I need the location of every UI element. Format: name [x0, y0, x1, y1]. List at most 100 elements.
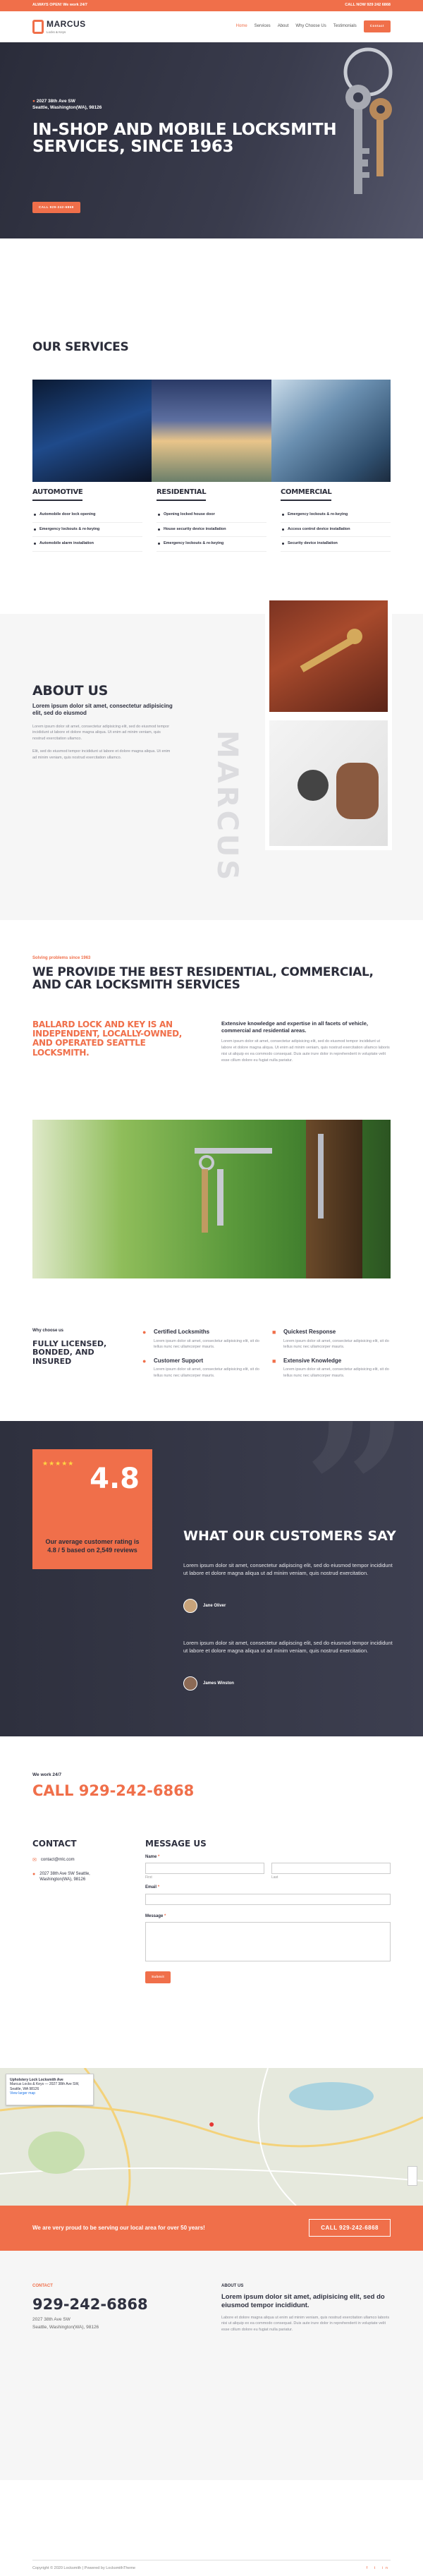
- map[interactable]: ● Upholstery Lock Locksmith Ave Marcus L…: [0, 2067, 423, 2206]
- list-item: Opening locked house door: [157, 508, 266, 523]
- list-item: Access control device installation: [281, 523, 391, 538]
- why-eyebrow: Solving problems since 1963: [32, 955, 91, 960]
- contact-email[interactable]: contact@mlc.com: [41, 1857, 75, 1864]
- nav-testimonials[interactable]: Testimonials: [333, 23, 357, 29]
- list-item: Emergency lockouts & re-keying: [281, 508, 391, 523]
- top-bar-hours: ALWAYS OPEN! We work 24/7: [32, 3, 87, 8]
- name-label: Name: [145, 1855, 157, 1860]
- service-title: RESIDENTIAL: [157, 488, 207, 501]
- services-title: OUR SERVICES: [32, 340, 129, 354]
- about-paragraph-1: Lorem ipsum dolor sit amet, consectetur …: [32, 724, 170, 742]
- copyright: Copyright © 2020 Locksmith | Powered by …: [32, 2566, 136, 2571]
- services-images: [32, 379, 391, 482]
- list-item: Automobile door lock opening: [32, 508, 142, 523]
- email-label: Email: [145, 1885, 157, 1890]
- rating-card: ★★★★★ 4.8 Our average customer rating is…: [32, 1449, 152, 1569]
- footer: CONTACT 929-242-6868 2027 38th Ave SW Se…: [0, 2250, 423, 2570]
- message-textarea[interactable]: [145, 1922, 391, 1962]
- banner-text: We are very proud to be serving our loca…: [32, 2224, 205, 2231]
- footer-address-line1: 2027 38th Ave SW: [32, 2317, 70, 2323]
- submit-button[interactable]: Submit: [145, 1971, 171, 1983]
- author-name: James Winston: [203, 1681, 234, 1686]
- footer-contact-label: CONTACT: [32, 2283, 53, 2288]
- author-name: Jane Oliver: [203, 1603, 226, 1608]
- form-title: MESSAGE US: [145, 1839, 207, 1849]
- house-image: [152, 379, 271, 482]
- map-card: Upholstery Lock Locksmith Ave Marcus Loc…: [6, 2073, 94, 2105]
- why-highlight: BALLARD LOCK AND KEY IS AN INDEPENDENT, …: [32, 1019, 183, 1058]
- footer-address-line2: Seattle, Washington(WA), 98126: [32, 2325, 99, 2330]
- top-bar-phone[interactable]: CALL NOW 929 242 6868: [345, 3, 391, 8]
- why-row: BALLARD LOCK AND KEY IS AN INDEPENDENT, …: [32, 1020, 391, 1063]
- footer-phone[interactable]: 929-242-6868: [32, 2294, 202, 2315]
- service-title: AUTOMOTIVE: [32, 488, 83, 501]
- last-label: Last: [271, 1875, 278, 1880]
- about-lead: Lorem ipsum dolor sit amet, consectetur …: [32, 702, 173, 717]
- footer-about-text: Labore et dolore magna aliqua ut enim ad…: [221, 2315, 390, 2333]
- cta-banner: We are very proud to be serving our loca…: [0, 2205, 423, 2251]
- call-eyebrow: We work 24/7: [32, 1772, 62, 1777]
- person-icon: ●: [142, 1329, 147, 1336]
- call-phone[interactable]: CALL 929-242-6868: [32, 1781, 391, 1801]
- why-section: Solving problems since 1963 WE PROVIDE T…: [32, 919, 391, 1379]
- keys-door-image: [32, 1120, 391, 1279]
- chat-icon: ■: [272, 1329, 276, 1336]
- nav-home[interactable]: Home: [236, 23, 247, 29]
- map-card-link[interactable]: View larger map: [10, 2091, 90, 2096]
- services-columns: AUTOMOTIVE Automobile door lock opening E…: [32, 488, 391, 552]
- office-building-image: [271, 379, 391, 482]
- nav-contact-button[interactable]: Contact: [363, 20, 391, 32]
- contact-title: CONTACT: [32, 1839, 77, 1849]
- why-paragraph: Lorem ipsum dolor sit amet, consectetur …: [221, 1039, 390, 1063]
- feature-title: Quickest Response: [283, 1329, 336, 1336]
- feature-support: ● Customer Support Lorem ipsum dolor sit a…: [142, 1357, 261, 1379]
- testimonial-author: Jane Oliver: [183, 1598, 226, 1613]
- location-pin-icon: ●: [32, 1871, 36, 1877]
- zoom-control[interactable]: [407, 2165, 417, 2186]
- logo[interactable]: MARCUS Locks & Keys: [32, 18, 86, 35]
- why-title: WE PROVIDE THE BEST RESIDENTIAL, COMMERC…: [32, 965, 374, 993]
- hero-address: ● 2027 38th Ave SW Seattle, Washington(W…: [32, 99, 102, 111]
- nav-why-choose-us[interactable]: Why Choose Us: [295, 23, 326, 29]
- logo-tagline: Locks & Keys: [47, 30, 66, 34]
- why-subtitle: Extensive knowledge and expertise in all…: [221, 1020, 368, 1034]
- testimonials-title: WHAT OUR CUSTOMERS SAY: [183, 1528, 396, 1544]
- testimonial-quote: Lorem ipsum dolor sit amet, consectetur …: [183, 1561, 393, 1576]
- avatar: [183, 1676, 197, 1691]
- last-name-input[interactable]: [271, 1863, 391, 1875]
- service-commercial: COMMERCIAL Emergency lockouts & re-keyin…: [281, 488, 391, 552]
- service-automotive: AUTOMOTIVE Automobile door lock opening E…: [32, 488, 142, 552]
- feature-title: Certified Locksmiths: [154, 1329, 210, 1336]
- hand-key-image: [265, 715, 392, 850]
- features-eyebrow: Why choose us: [32, 1329, 64, 1334]
- map-pin-icon[interactable]: ●: [209, 2117, 214, 2131]
- call-section: We work 24/7 CALL 929-242-6868 CONTACT ✉…: [32, 1736, 391, 1983]
- rating-score: 4.8: [90, 1462, 140, 1495]
- feature-title: Customer Support: [154, 1357, 204, 1365]
- map-card-title: Upholstery Lock Locksmith Ave: [10, 2077, 63, 2082]
- hero-call-button[interactable]: CALL 929-242-6868: [32, 202, 80, 214]
- feature-text: Lorem ipsum dolor sit amet, consectetur …: [154, 1367, 259, 1378]
- first-name-input[interactable]: [145, 1863, 264, 1875]
- social-icons[interactable]: f t in: [367, 2566, 391, 2572]
- car-image: [32, 379, 152, 482]
- nav-about[interactable]: About: [278, 23, 289, 29]
- footer-contact: CONTACT 929-242-6868 2027 38th Ave SW Se…: [32, 2283, 202, 2333]
- about-paragraph-2: Elit, sed do eiusmod tempor incididunt u…: [32, 749, 171, 760]
- list-item: Emergency lockouts & re-keying: [32, 523, 142, 538]
- contact-address: 2027 38th Ave SW Seattle, Washington(WA)…: [39, 1871, 90, 1882]
- banner-call-button[interactable]: CALL 929-242-6868: [309, 2218, 391, 2237]
- hero-keys-image: [343, 47, 393, 194]
- email-input[interactable]: [145, 1893, 391, 1905]
- feature-text: Lorem ipsum dolor sit amet, consectetur …: [283, 1338, 389, 1349]
- feature-text: Lorem ipsum dolor sit amet, consectetur …: [283, 1367, 389, 1378]
- services-section: OUR SERVICES AUTOMOTIVE Automobile door …: [32, 238, 391, 552]
- message-label: Message: [145, 1913, 164, 1918]
- nav-links: Home Services About Why Choose Us Testim…: [236, 20, 391, 32]
- footer-about-label: ABOUT US: [221, 2283, 244, 2288]
- nav-services[interactable]: Services: [255, 23, 271, 29]
- avatar: [183, 1598, 197, 1613]
- contact-row: CONTACT ✉ contact@mlc.com ● 2027 38th Ave …: [32, 1838, 391, 1983]
- hero-address-line2: Seattle, Washington(WA), 98126: [32, 104, 102, 110]
- location-pin-icon: ●: [32, 99, 35, 104]
